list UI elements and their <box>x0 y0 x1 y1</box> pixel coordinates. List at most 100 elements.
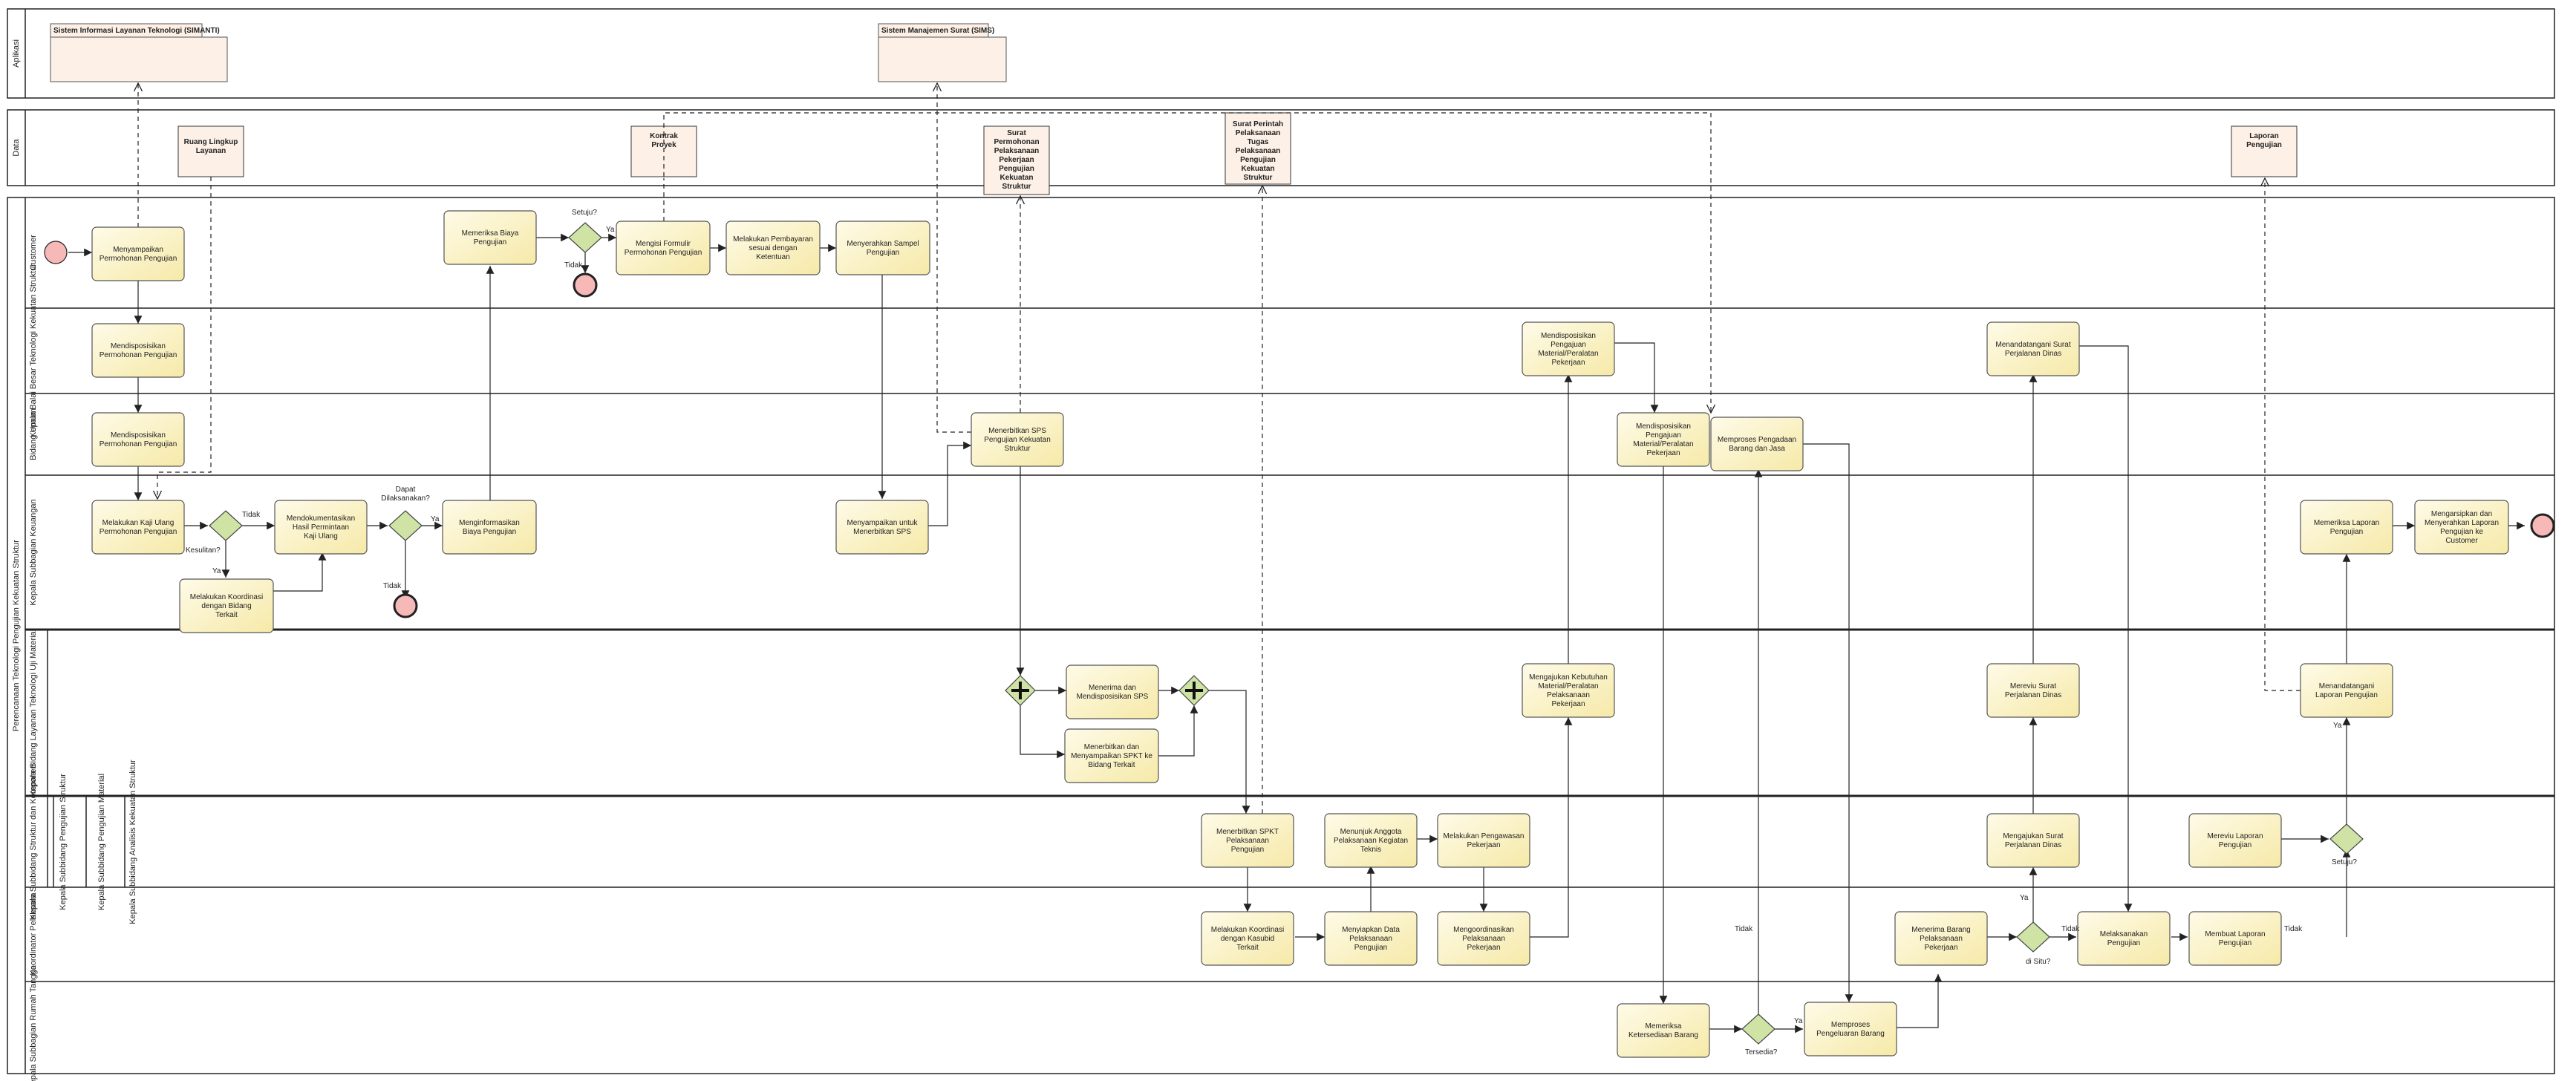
lane-sub1-label: Kepala Subbidang Pengujian Struktur <box>59 774 68 910</box>
task-box[interactable] <box>1522 321 1615 376</box>
task-t10[interactable]: Menginformasikan Biaya Pengujian <box>442 500 537 555</box>
task-t16[interactable]: Menerbitkan SPKT Pelaksanaan Pengujian <box>1201 813 1294 868</box>
task-label: Menandatangani Laporan Pengujian <box>2315 682 2378 699</box>
task-t6[interactable]: Mendisposisikan Permohonan Pengujian <box>91 323 185 378</box>
task-t23[interactable]: Mendisposisikan Pengajuan Material/Peralat… <box>1522 321 1615 376</box>
label-ya-laporan: Ya <box>2333 722 2342 730</box>
label-tidak-laporan: Tidak <box>2284 925 2303 933</box>
task-box[interactable] <box>1066 664 1159 719</box>
label-ya-tersedia: Ya <box>1794 1017 1803 1025</box>
task-t34[interactable]: Mereviu Laporan Pengujian <box>2188 813 2282 868</box>
task-t21[interactable]: Mengoordinasikan Pelaksanaan Pekerjaan <box>1437 911 1530 966</box>
end-event-final[interactable] <box>2530 513 2555 538</box>
task-t7[interactable]: Mendisposisikan Permohonan Pengujian <box>91 412 185 467</box>
task-box[interactable] <box>2414 500 2509 555</box>
task-t15[interactable]: Menerbitkan dan Menyampaikan SPKT ke Bidan… <box>1064 728 1159 783</box>
task-box[interactable] <box>2188 813 2282 868</box>
gateway-kesulitan[interactable] <box>209 510 243 541</box>
task-box[interactable] <box>2300 500 2393 555</box>
end-event-customer[interactable] <box>573 272 598 298</box>
task-t11[interactable]: Melakukan Koordinasi dengan Bidang Terkait <box>179 578 274 633</box>
label-ya-setuju: Ya <box>606 226 615 234</box>
task-box[interactable] <box>1617 412 1710 467</box>
task-t3[interactable]: Mengisi Formulir Permohonan Pengujian <box>616 221 711 275</box>
task-t14[interactable]: Menerima dan Mendisposisikan SPS <box>1066 664 1159 719</box>
task-t22[interactable]: Mengajukan Kebutuhan Material/Peralatan Pe… <box>1522 663 1615 718</box>
label-tersedia: Tersedia? <box>1745 1048 1778 1056</box>
app-simanti-label: Sistem Informasi Layanan Teknologi (SIMA… <box>53 27 220 35</box>
events <box>44 241 2555 618</box>
task-box[interactable] <box>91 412 185 467</box>
task-t13[interactable]: Menerbitkan SPS Pengujian Kekuatan Struktu… <box>971 412 1064 467</box>
task-box[interactable] <box>1522 663 1615 718</box>
label-dapat: Dapat Dilaksanakan? <box>381 486 430 503</box>
task-t30[interactable]: Mengajukan Surat Perjalanan Dinas <box>1986 813 2080 868</box>
task-t35[interactable]: Menandatangani Laporan Pengujian <box>2300 663 2393 718</box>
app-sims-label: Sistem Manajemen Surat (SIMS) <box>881 27 994 35</box>
task-box[interactable] <box>1437 813 1530 868</box>
task-box[interactable] <box>2077 911 2171 966</box>
lane-labels: Aplikasi Data Perencanaan Teknologi Peng… <box>12 39 137 1081</box>
task-t9[interactable]: Mendokumentasikan Hasil Permintaan Kaji Ul… <box>274 500 368 555</box>
task-t29[interactable]: Melaksanakan Pengujian <box>2077 911 2171 966</box>
start-event[interactable] <box>44 241 68 264</box>
task-t17[interactable]: Menunjuk Anggota Pelaksanaan Kegiatan Tekn… <box>1324 813 1418 868</box>
gateway-tersedia[interactable] <box>1741 1013 1776 1045</box>
task-box[interactable] <box>835 221 930 275</box>
task-t26[interactable]: Memeriksa Ketersediaan Barang <box>1617 1003 1710 1058</box>
label-tidak-dapat: Tidak <box>383 582 402 590</box>
bpmn-diagram: Aplikasi Data Perencanaan Teknologi Peng… <box>7 8 2555 1081</box>
end-event-dapat[interactable] <box>393 593 418 618</box>
gateway-dapat-dilaksanakan[interactable] <box>388 510 423 541</box>
task-t18[interactable]: Melakukan Pengawasan Pekerjaan <box>1437 813 1530 868</box>
label-ya-kesulitan: Ya <box>212 567 221 575</box>
task-t33[interactable]: Membuat Laporan Pengujian <box>2188 911 2282 966</box>
lane-koordinator-label: Koordinator Pelaksana <box>29 892 38 975</box>
task-t31[interactable]: Mereviu Surat Perjalanan Dinas <box>1986 663 2080 718</box>
task-t28[interactable]: Menerima Barang Pelaksanaan Pekerjaan <box>1894 911 1988 966</box>
task-box[interactable] <box>1986 321 2080 376</box>
task-t20[interactable]: Menyiapkan Data Pelaksanaan Pengujian <box>1324 911 1418 966</box>
task-box[interactable] <box>2188 911 2282 966</box>
task-t5[interactable]: Menyerahkan Sampel Pengujian <box>835 221 930 275</box>
task-box[interactable] <box>442 500 537 555</box>
task-t12[interactable]: Menyampaikan untuk Menerbitkan SPS <box>835 500 929 555</box>
task-t25[interactable]: Memproses Pengadaan Barang dan Jasa <box>1710 417 1804 471</box>
task-t37[interactable]: Mengarsipkan dan Menyerahkan Laporan Pengu… <box>2414 500 2509 555</box>
task-label: Mendisposisikan Permohonan Pengujian <box>100 431 177 448</box>
task-box[interactable] <box>1617 1003 1710 1058</box>
gateway-setuju-laporan[interactable] <box>2329 823 2364 855</box>
task-t1[interactable]: Menyampaikan Permohonan Pengujian <box>91 226 185 281</box>
lane-kasubbag-rt-label: Kepala Subbagian Rumah Tangga <box>29 964 38 1081</box>
lane-data-label: Data <box>12 139 21 157</box>
task-box[interactable] <box>443 210 537 265</box>
task-box[interactable] <box>1986 663 2080 718</box>
label-tidak-kesulitan: Tidak <box>242 511 261 519</box>
task-t36[interactable]: Memeriksa Laporan Pengujian <box>2300 500 2393 555</box>
task-label: Melakukan Kaji Ulang Permohonan Pengujian <box>100 519 177 536</box>
task-label: Mendisposisikan Permohonan Pengujian <box>100 342 177 359</box>
gateway-di-situ[interactable] <box>2016 921 2050 953</box>
task-box[interactable] <box>1986 813 2080 868</box>
task-box[interactable] <box>91 323 185 378</box>
task-box[interactable] <box>616 221 711 275</box>
task-box[interactable] <box>91 500 185 555</box>
task-t4[interactable]: Melakukan Pembayaran sesuai dengan Ketentu… <box>725 221 821 275</box>
task-box[interactable] <box>2300 663 2393 718</box>
task-label: Memproses Pengadaan Barang dan Jasa <box>1718 436 1796 453</box>
task-t32[interactable]: Menandatangani Surat Perjalanan Dinas <box>1986 321 2080 376</box>
task-label: Menginformasikan Biaya Pengujian <box>459 519 520 536</box>
task-box[interactable] <box>835 500 929 555</box>
label-kesulitan: Kesulitan? <box>186 546 221 555</box>
task-t27[interactable]: Memproses Pengeluaran Barang <box>1804 1002 1897 1056</box>
task-box[interactable] <box>1710 417 1804 471</box>
gateway-setuju-customer[interactable] <box>568 222 602 253</box>
task-box[interactable] <box>91 226 185 281</box>
task-t8[interactable]: Melakukan Kaji Ulang Permohonan Pengujian <box>91 500 185 555</box>
task-t24[interactable]: Mendisposisikan Pengajuan Material/Peralat… <box>1617 412 1710 467</box>
label-tidak-tersedia: Tidak <box>1735 925 1753 933</box>
task-t2[interactable]: Memeriksa Biaya Pengujian <box>443 210 537 265</box>
label-ya-dapat: Ya <box>431 515 440 523</box>
task-box[interactable] <box>1804 1002 1897 1056</box>
task-t19[interactable]: Melakukan Koordinasi dengan Kasubid Terkai… <box>1201 911 1294 966</box>
